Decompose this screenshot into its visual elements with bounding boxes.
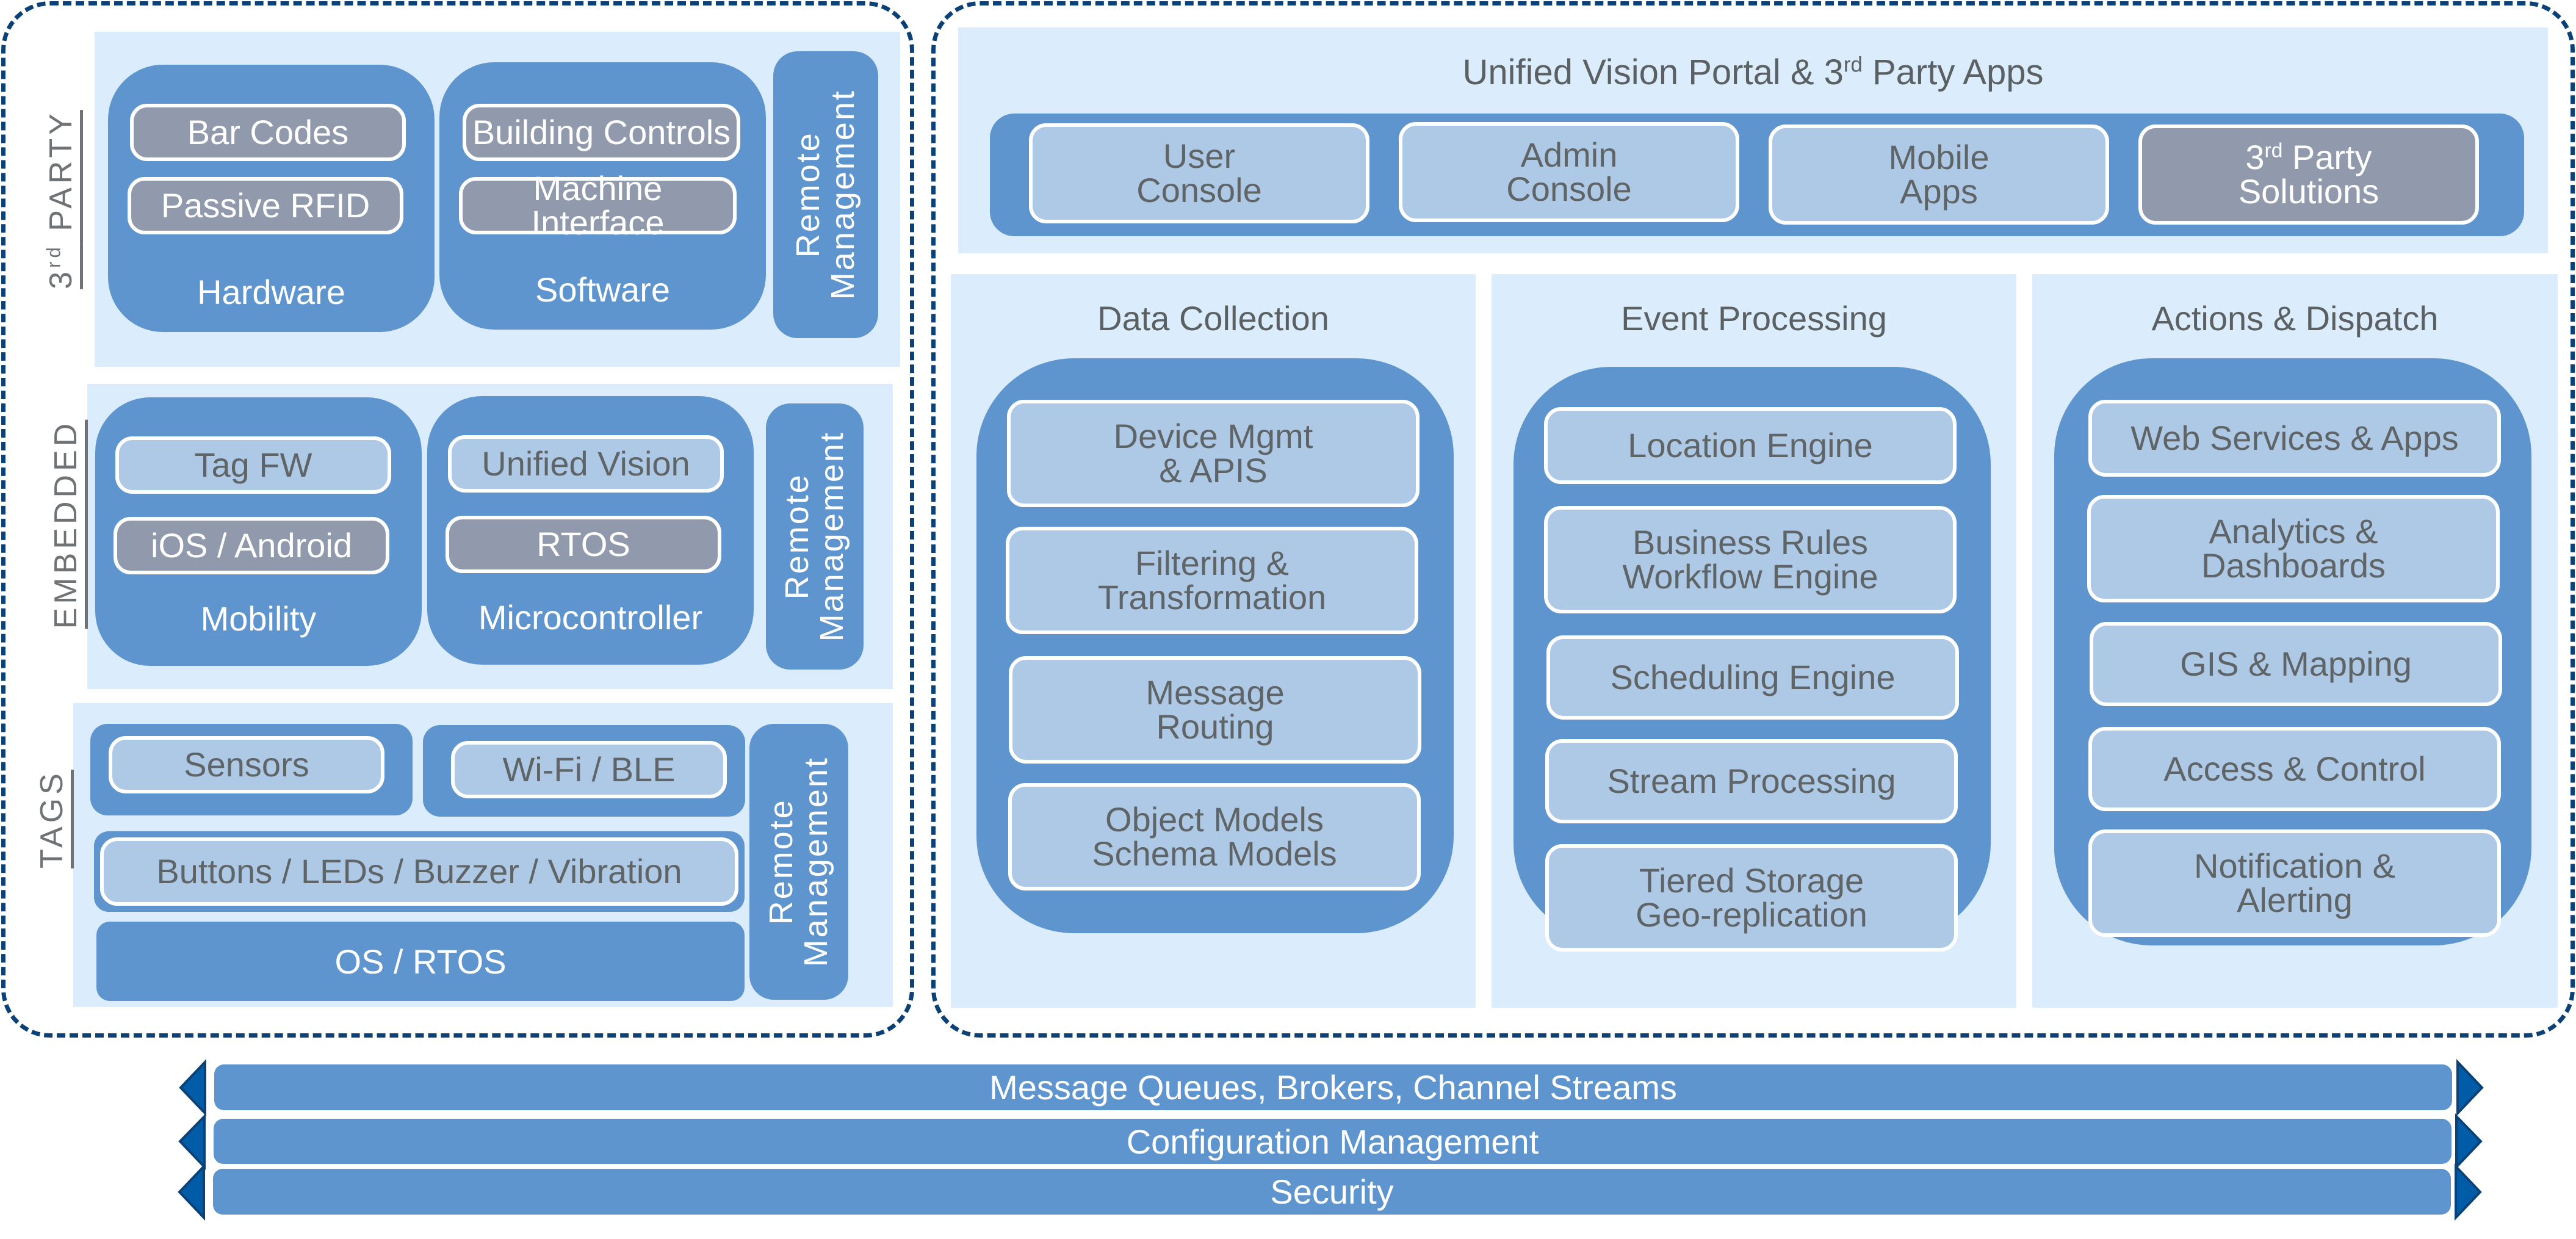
left-arrow-icon [179, 1059, 206, 1116]
right-arrow-icon [2455, 1163, 2482, 1221]
right-arrow-icon [2456, 1059, 2484, 1116]
left-arrow-icon [178, 1113, 206, 1170]
left-arrow-icon [178, 1163, 205, 1221]
bar-arrows [178, 1059, 2484, 1221]
right-arrow-icon [2455, 1113, 2483, 1170]
